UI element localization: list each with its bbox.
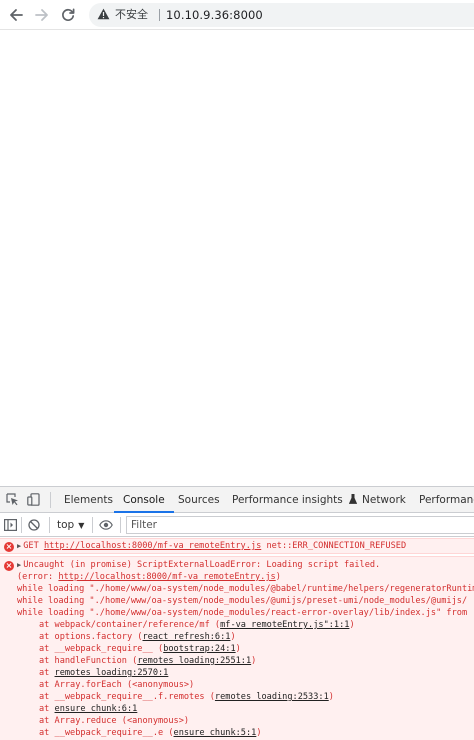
trace-source-link[interactable]: ensure_chunk:5:1: [174, 728, 257, 738]
console-error-message[interactable]: × ▶ Uncaught (in promise) ScriptExternalL…: [0, 556, 474, 740]
trace-source-link[interactable]: remotes_loading:2551:1: [137, 656, 251, 666]
tab-sources[interactable]: Sources: [178, 487, 220, 513]
stack-trace-line: at Array.reduce (<anonymous>): [39, 715, 189, 727]
trace-text: at Array.forEach (<anonymous>): [39, 680, 195, 690]
devtools-panel: Elements Console Sources Performance ins…: [0, 486, 474, 740]
expand-triangle-icon[interactable]: ▶: [17, 542, 21, 550]
stack-trace-line: at handleFunction (remotes_loading:2551:…: [39, 655, 256, 667]
trace-text: at __webpack_require__.f.remotes (: [39, 692, 215, 702]
trace-text: at: [39, 704, 55, 714]
console-error-message[interactable]: × ▶ GET http://localhost:8000/mf-va_remot…: [0, 538, 474, 554]
trace-end: ): [251, 656, 257, 666]
toolbar-divider: [49, 517, 50, 533]
console-messages: × ▶ GET http://localhost:8000/mf-va_remot…: [0, 538, 474, 740]
error-url-link[interactable]: http://localhost:8000/mf-va_remoteEntry.…: [58, 572, 275, 582]
context-label: top: [57, 519, 75, 531]
security-label[interactable]: 不安全: [115, 8, 148, 22]
stack-trace-line: at webpack/container/reference/mf (mf-va…: [39, 619, 355, 631]
error-headline: ▶ Uncaught (in promise) ScriptExternalLoa…: [17, 559, 380, 571]
caret-down-icon: ▼: [78, 520, 85, 530]
trace-end: ): [349, 620, 355, 630]
trace-text: at handleFunction (: [39, 656, 138, 666]
tab-elements[interactable]: Elements: [64, 487, 113, 513]
tab-network[interactable]: Network: [362, 487, 406, 513]
trace-source-link[interactable]: react_refresh:6:1: [142, 632, 230, 642]
stack-trace-line: at options.factory (react_refresh:6:1): [39, 631, 236, 643]
error-cause: (error: http://localhost:8000/mf-va_remo…: [17, 571, 281, 583]
console-toolbar: top ▼: [0, 513, 474, 537]
trace-end: ): [230, 632, 236, 642]
tab-console[interactable]: Console: [114, 487, 174, 513]
request-method: GET: [23, 541, 39, 551]
trace-end: ): [256, 728, 262, 738]
devtools-tab-bar: Elements Console Sources Performance ins…: [0, 487, 474, 513]
error-icon: ×: [4, 561, 14, 571]
toolbar-divider: [21, 517, 22, 533]
error-icon: ×: [4, 542, 14, 552]
error-line: ▶ GET http://localhost:8000/mf-va_remoteE…: [17, 540, 406, 552]
error-headline-text: Uncaught (in promise) ScriptExternalLoad…: [23, 560, 381, 570]
trace-text: at webpack/container/reference/mf (: [39, 620, 221, 630]
live-expression-button[interactable]: [99, 513, 113, 537]
tab-performance-insights-label: Performance insights: [232, 494, 343, 506]
browser-toolbar: 不安全 10.10.9.36:8000: [0, 0, 474, 30]
inspect-element-icon[interactable]: [6, 493, 19, 506]
trace-text: at Array.reduce (<anonymous>): [39, 716, 190, 726]
trace-source-link[interactable]: bootstrap:24:1: [163, 644, 235, 654]
reload-button[interactable]: [58, 5, 78, 25]
tab-performance-insights[interactable]: Performance insights: [232, 487, 358, 513]
trace-source-link[interactable]: mf-va_remoteEntry.js":1:1: [220, 620, 349, 630]
page-viewport: [0, 30, 474, 486]
trace-source-link[interactable]: ensure_chunk:6:1: [55, 704, 138, 714]
error-status: net::ERR_CONNECTION_REFUSED: [266, 541, 407, 551]
while-loading-line: while loading "./home/www/oa-system/node…: [17, 596, 468, 606]
clear-console-icon: [28, 519, 40, 531]
back-button[interactable]: [6, 5, 26, 25]
trace-end: ): [328, 692, 334, 702]
trace-text: at options.factory (: [39, 632, 143, 642]
device-toggle-icon[interactable]: [27, 493, 40, 506]
forward-button[interactable]: [32, 5, 52, 25]
sidebar-toggle-icon: [4, 519, 17, 531]
trace-text: at __webpack_require__.e (: [39, 728, 174, 738]
trace-text: at: [39, 668, 55, 678]
flask-icon: [349, 494, 358, 504]
arrow-right-icon: [35, 9, 48, 21]
stack-trace-line: at Array.forEach (<anonymous>): [39, 679, 194, 691]
arrow-left-icon: [10, 9, 23, 21]
stack-trace-line: at __webpack_require__.e (ensure_chunk:5…: [39, 727, 262, 739]
context-selector[interactable]: top ▼: [57, 513, 84, 537]
trace-source-link[interactable]: remotes_loading:2533:1: [215, 692, 329, 702]
url-text[interactable]: 10.10.9.36:8000: [166, 8, 263, 22]
while-loading-line: while loading "./home/www/oa-system/node…: [17, 584, 474, 594]
stack-trace-line: at remotes_loading:2570:1: [39, 667, 168, 679]
toolbar-divider: [92, 517, 93, 533]
tab-performance[interactable]: Performance: [419, 487, 474, 513]
stack-trace-line: at __webpack_require__.f.remotes (remote…: [39, 691, 334, 703]
trace-text: at __webpack_require__ (: [39, 644, 164, 654]
expand-triangle-icon[interactable]: ▶: [17, 561, 21, 569]
stack-trace-line: at ensure_chunk:6:1: [39, 703, 137, 715]
trace-end: ): [235, 644, 241, 654]
stack-trace-line: at __webpack_require__ (bootstrap:24:1): [39, 643, 241, 655]
warning-triangle-icon: [97, 8, 110, 20]
sidebar-toggle-button[interactable]: [4, 513, 17, 537]
eye-icon: [99, 520, 113, 530]
request-url-link[interactable]: http://localhost:8000/mf-va_remoteEntry.…: [44, 541, 261, 551]
error-prefix: (error:: [17, 572, 59, 582]
clear-console-button[interactable]: [28, 513, 40, 537]
while-loading-line: while loading "./home/www/oa-system/node…: [17, 608, 468, 618]
toolbar-divider: [120, 517, 121, 533]
error-suffix: ): [275, 572, 281, 582]
tab-bar-divider: [50, 492, 51, 508]
trace-source-link[interactable]: remotes_loading:2570:1: [55, 668, 169, 678]
omnibox-divider: [159, 9, 160, 21]
filter-input[interactable]: [126, 516, 474, 534]
address-bar[interactable]: 不安全 10.10.9.36:8000: [89, 3, 474, 27]
reload-icon: [62, 8, 75, 22]
